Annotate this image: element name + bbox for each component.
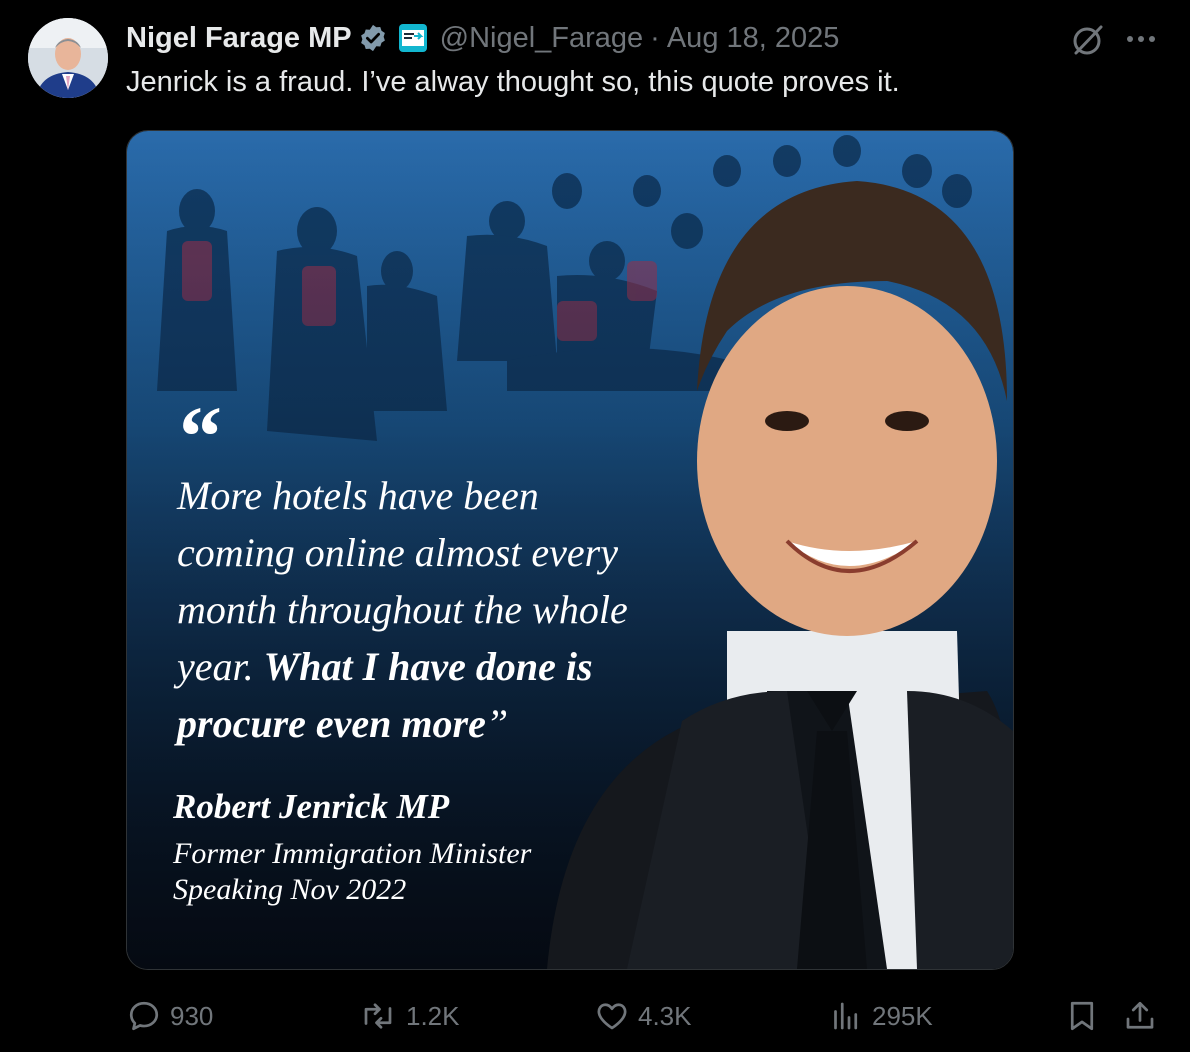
views-icon bbox=[828, 998, 864, 1034]
more-icon[interactable] bbox=[1124, 22, 1158, 56]
share-button[interactable] bbox=[1122, 994, 1158, 1038]
reform-affiliate-badge-icon[interactable] bbox=[398, 23, 428, 53]
avatar[interactable] bbox=[28, 18, 108, 98]
bookmark-icon bbox=[1064, 998, 1100, 1034]
tweet-media-image[interactable]: “ More hotels have been coming online al… bbox=[126, 130, 1014, 970]
quote-bold-1: What I have done is bbox=[263, 644, 593, 689]
like-count: 4.3K bbox=[638, 1000, 692, 1031]
reply-button[interactable]: 930 bbox=[126, 994, 213, 1038]
tweet: Nigel Farage MP @Nigel_Farage · Aug 18, … bbox=[0, 0, 1190, 1052]
reply-count: 930 bbox=[170, 1000, 214, 1031]
speaker-role: Former Immigration Minister bbox=[173, 837, 532, 870]
quote-line-4: year. bbox=[177, 644, 264, 689]
speaker-date: Speaking Nov 2022 bbox=[173, 873, 407, 906]
grok-icon[interactable] bbox=[1070, 22, 1106, 58]
quote-close-mark: ” bbox=[485, 701, 509, 746]
quote-line-3: month throughout the whole bbox=[177, 587, 628, 632]
quote-bold-2: procure even more bbox=[177, 701, 486, 746]
bookmark-button[interactable] bbox=[1064, 994, 1100, 1038]
share-icon bbox=[1122, 998, 1158, 1034]
repost-icon bbox=[358, 998, 398, 1034]
heart-icon bbox=[594, 998, 630, 1034]
action-bar: 930 1.2K 4.3K 295K bbox=[0, 994, 1190, 1038]
tweet-date[interactable]: Aug 18, 2025 bbox=[667, 22, 840, 55]
repost-button[interactable]: 1.2K bbox=[358, 994, 460, 1038]
speaker-name: Robert Jenrick MP bbox=[173, 787, 450, 826]
repost-count: 1.2K bbox=[406, 1000, 460, 1031]
quote-line-2: coming online almost every bbox=[177, 530, 618, 575]
quote-line-1: More hotels have been bbox=[177, 473, 539, 518]
quote-text: More hotels have been coming online almo… bbox=[177, 467, 757, 752]
views-button[interactable]: 295K bbox=[828, 994, 933, 1038]
like-button[interactable]: 4.3K bbox=[594, 994, 692, 1038]
views-count: 295K bbox=[872, 1000, 933, 1031]
display-name[interactable]: Nigel Farage MP bbox=[126, 22, 352, 55]
separator-dot: · bbox=[650, 21, 660, 54]
reply-icon bbox=[126, 998, 162, 1034]
tweet-text: Jenrick is a fraud. I’ve alway thought s… bbox=[126, 66, 900, 98]
verified-badge-icon[interactable] bbox=[358, 23, 388, 53]
tweet-header: Nigel Farage MP @Nigel_Farage · Aug 18, … bbox=[126, 18, 839, 58]
author-handle[interactable]: @Nigel_Farage bbox=[440, 22, 644, 55]
